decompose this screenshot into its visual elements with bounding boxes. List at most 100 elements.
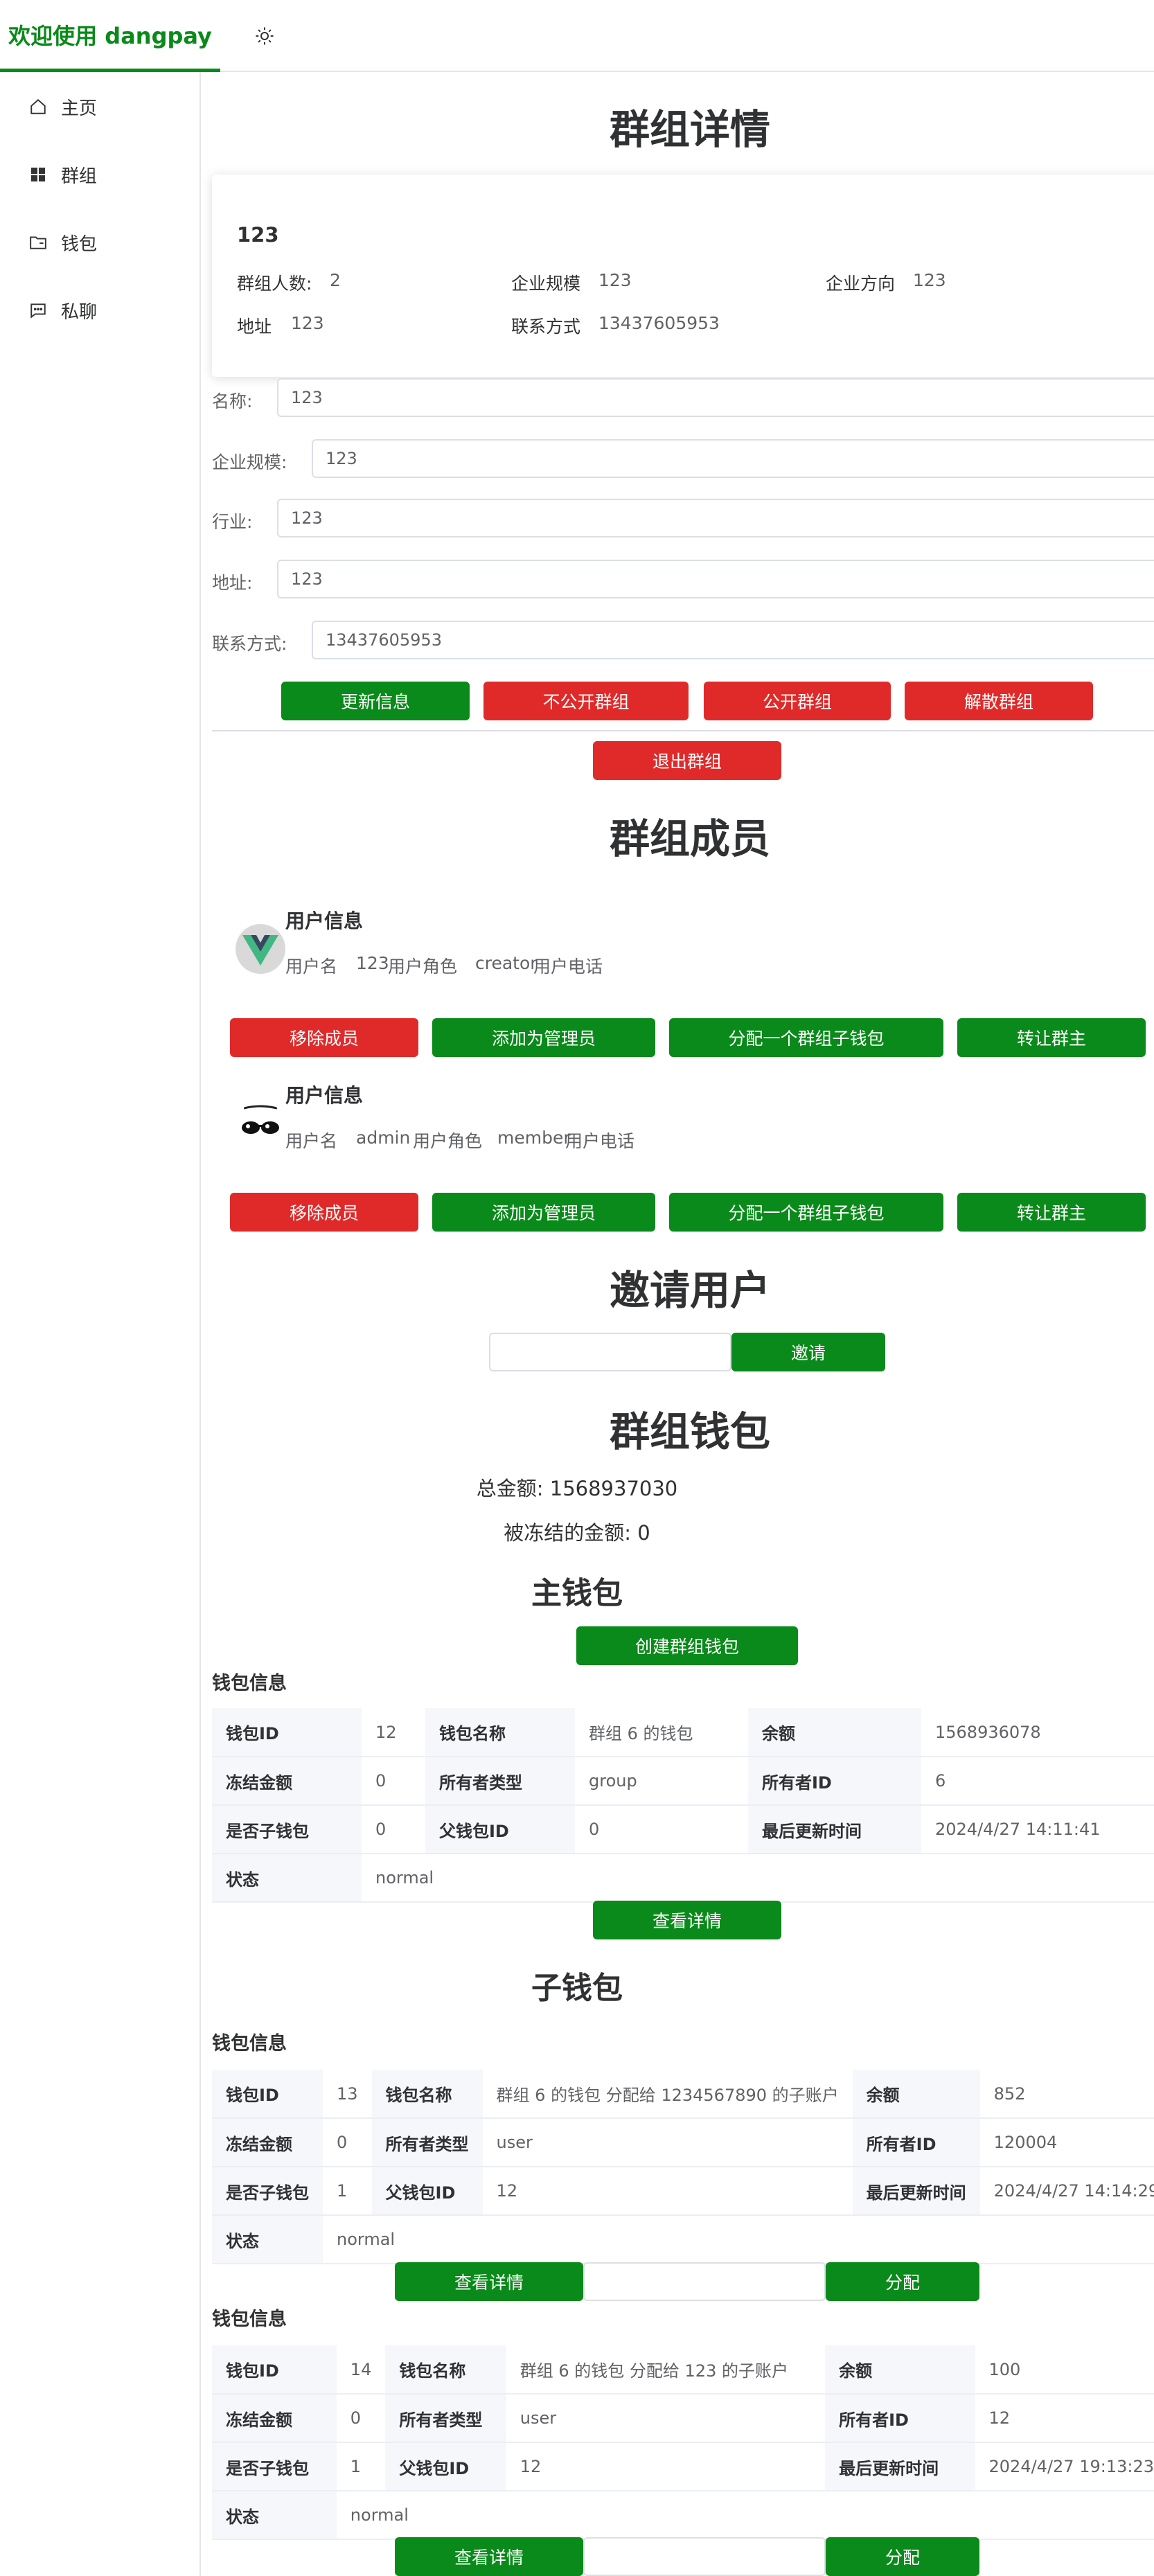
owner-type-label: 所有者类型 — [371, 2118, 483, 2167]
is-sub-value: 1 — [336, 2442, 386, 2491]
table-row: 状态 normal — [212, 2491, 1154, 2540]
assign-sub-wallet-button[interactable]: 分配一个群组子钱包 — [669, 1018, 943, 1057]
owner-type-label: 所有者类型 — [425, 1757, 575, 1806]
scale-value: 123 — [598, 270, 632, 290]
updated-value: 2024/4/27 14:14:29 — [979, 2167, 1154, 2216]
view-details-button[interactable]: 查看详情 — [593, 1901, 781, 1939]
make-private-button[interactable]: 不公开群组 — [483, 682, 689, 720]
wallet-name-label: 钱包名称 — [385, 2345, 506, 2395]
members-count-label: 群组人数: — [237, 274, 312, 294]
make-admin-button[interactable]: 添加为管理员 — [432, 1018, 655, 1057]
balance-value: 852 — [979, 2070, 1154, 2119]
dissolve-group-button[interactable]: 解散群组 — [905, 682, 1093, 720]
sidebar-item-groups[interactable]: 群组 — [0, 154, 199, 195]
wallet-info-title: 钱包信息 — [212, 2309, 287, 2330]
table-row: 钱包ID 13 钱包名称 群组 6 的钱包 分配给 1234567890 的子账… — [212, 2070, 1154, 2119]
wallet-id-value: 13 — [323, 2070, 372, 2119]
table-row: 是否子钱包 1 父钱包ID 12 最后更新时间 2024/4/27 19:13:… — [212, 2442, 1154, 2491]
owner-id-value: 120004 — [979, 2118, 1154, 2167]
top-header: 欢迎使用 dangpay — [0, 0, 1154, 72]
brand-title[interactable]: 欢迎使用 dangpay — [0, 0, 220, 72]
role-value: member — [497, 1128, 571, 1148]
members-count: 2 — [330, 270, 341, 290]
sun-icon[interactable] — [249, 21, 280, 51]
address-label: 地址 — [237, 317, 272, 337]
role-label: 用户角色 — [413, 1131, 483, 1151]
main-wallet-title: 主钱包 — [531, 1576, 623, 1611]
is-sub-label: 是否子钱包 — [212, 2442, 337, 2491]
assign-button[interactable]: 分配 — [826, 2262, 979, 2301]
assign-button[interactable]: 分配 — [826, 2537, 979, 2576]
industry-field[interactable]: 123 — [277, 499, 1154, 538]
frozen-value: 0 — [323, 2118, 372, 2167]
folder-icon — [28, 232, 48, 253]
is-sub-label: 是否子钱包 — [212, 2167, 323, 2216]
update-info-button[interactable]: 更新信息 — [281, 682, 470, 720]
owner-type-value: group — [575, 1757, 748, 1806]
user-info-title: 用户信息 — [285, 909, 364, 932]
group-name: 123 — [237, 223, 279, 247]
invite-title: 邀请用户 — [610, 1267, 771, 1314]
balance-label: 余额 — [748, 1708, 921, 1757]
wallet-name-value: 群组 6 的钱包 分配给 123 的子账户 — [506, 2345, 826, 2395]
frozen-label: 冻结金额 — [212, 1757, 362, 1806]
sidebar-item-label: 群组 — [61, 166, 98, 187]
wallet-name-value: 群组 6 的钱包 — [575, 1708, 748, 1757]
sub-wallet-table: 钱包ID 13 钱包名称 群组 6 的钱包 分配给 1234567890 的子账… — [212, 2070, 1154, 2264]
table-row: 冻结金额 0 所有者类型 group 所有者ID 6 — [212, 1757, 1154, 1806]
wallet-name-label: 钱包名称 — [425, 1708, 575, 1757]
contact-field[interactable]: 13437605953 — [312, 621, 1154, 659]
sidebar-item-wallet[interactable]: 钱包 — [0, 222, 199, 263]
view-details-button[interactable]: 查看详情 — [395, 2537, 583, 2576]
table-row: 状态 normal — [212, 2215, 1154, 2264]
phone-label: 用户电话 — [533, 957, 603, 977]
divider — [212, 730, 1154, 731]
assign-sub-wallet-button[interactable]: 分配一个群组子钱包 — [669, 1193, 943, 1232]
wallet-name-label: 钱包名称 — [371, 2070, 483, 2119]
owner-type-label: 所有者类型 — [385, 2394, 506, 2443]
parent-id-label: 父钱包ID — [385, 2442, 506, 2491]
assign-amount-input[interactable] — [583, 2537, 826, 2576]
scale-label: 企业规模 — [511, 274, 581, 294]
invite-button[interactable]: 邀请 — [731, 1333, 885, 1371]
sidebar-item-chat[interactable]: 私聊 — [0, 290, 199, 331]
remove-member-button[interactable]: 移除成员 — [230, 1193, 418, 1232]
table-row: 是否子钱包 0 父钱包ID 0 最后更新时间 2024/4/27 14:11:4… — [212, 1805, 1154, 1854]
address-field[interactable]: 123 — [277, 560, 1154, 598]
sidebar-item-home[interactable]: 主页 — [0, 86, 199, 127]
status-value: normal — [336, 2491, 1154, 2540]
scale-field[interactable]: 123 — [312, 439, 1154, 478]
make-public-button[interactable]: 公开群组 — [704, 682, 891, 720]
is-sub-value: 0 — [362, 1805, 425, 1854]
group-info-card: 123 群组人数: 2 企业规模 123 企业方向 123 地址 123 联系方… — [212, 175, 1154, 377]
make-admin-button[interactable]: 添加为管理员 — [432, 1193, 655, 1232]
role-label: 用户角色 — [388, 957, 458, 977]
sub-wallet-title: 子钱包 — [531, 1971, 623, 2006]
owner-id-label: 所有者ID — [748, 1757, 921, 1806]
owner-id-value: 6 — [921, 1757, 1154, 1806]
contact-label: 联系方式 — [511, 317, 581, 337]
create-group-wallet-button[interactable]: 创建群组钱包 — [576, 1626, 798, 1665]
address-value: 123 — [291, 313, 324, 333]
username-value: admin — [356, 1128, 411, 1148]
parent-id-label: 父钱包ID — [371, 2167, 483, 2216]
status-label: 状态 — [212, 2215, 323, 2264]
invite-input[interactable] — [489, 1333, 731, 1371]
name-field[interactable]: 123 — [277, 378, 1154, 417]
parent-id-label: 父钱包ID — [425, 1805, 575, 1854]
owner-type-value: user — [506, 2394, 826, 2443]
address-field-label: 地址: — [212, 573, 253, 593]
home-icon — [28, 96, 48, 117]
assign-amount-input[interactable] — [583, 2262, 826, 2301]
status-label: 状态 — [212, 2491, 337, 2540]
is-sub-label: 是否子钱包 — [212, 1805, 362, 1854]
quit-group-button[interactable]: 退出群组 — [593, 741, 781, 780]
view-details-button[interactable]: 查看详情 — [395, 2262, 583, 2301]
transfer-owner-button[interactable]: 转让群主 — [957, 1193, 1146, 1232]
wallet-title: 群组钱包 — [610, 1408, 771, 1455]
remove-member-button[interactable]: 移除成员 — [230, 1018, 418, 1057]
username-label: 用户名 — [285, 1131, 338, 1151]
industry-field-label: 行业: — [212, 512, 253, 532]
transfer-owner-button[interactable]: 转让群主 — [957, 1018, 1146, 1057]
avatar — [236, 924, 285, 974]
